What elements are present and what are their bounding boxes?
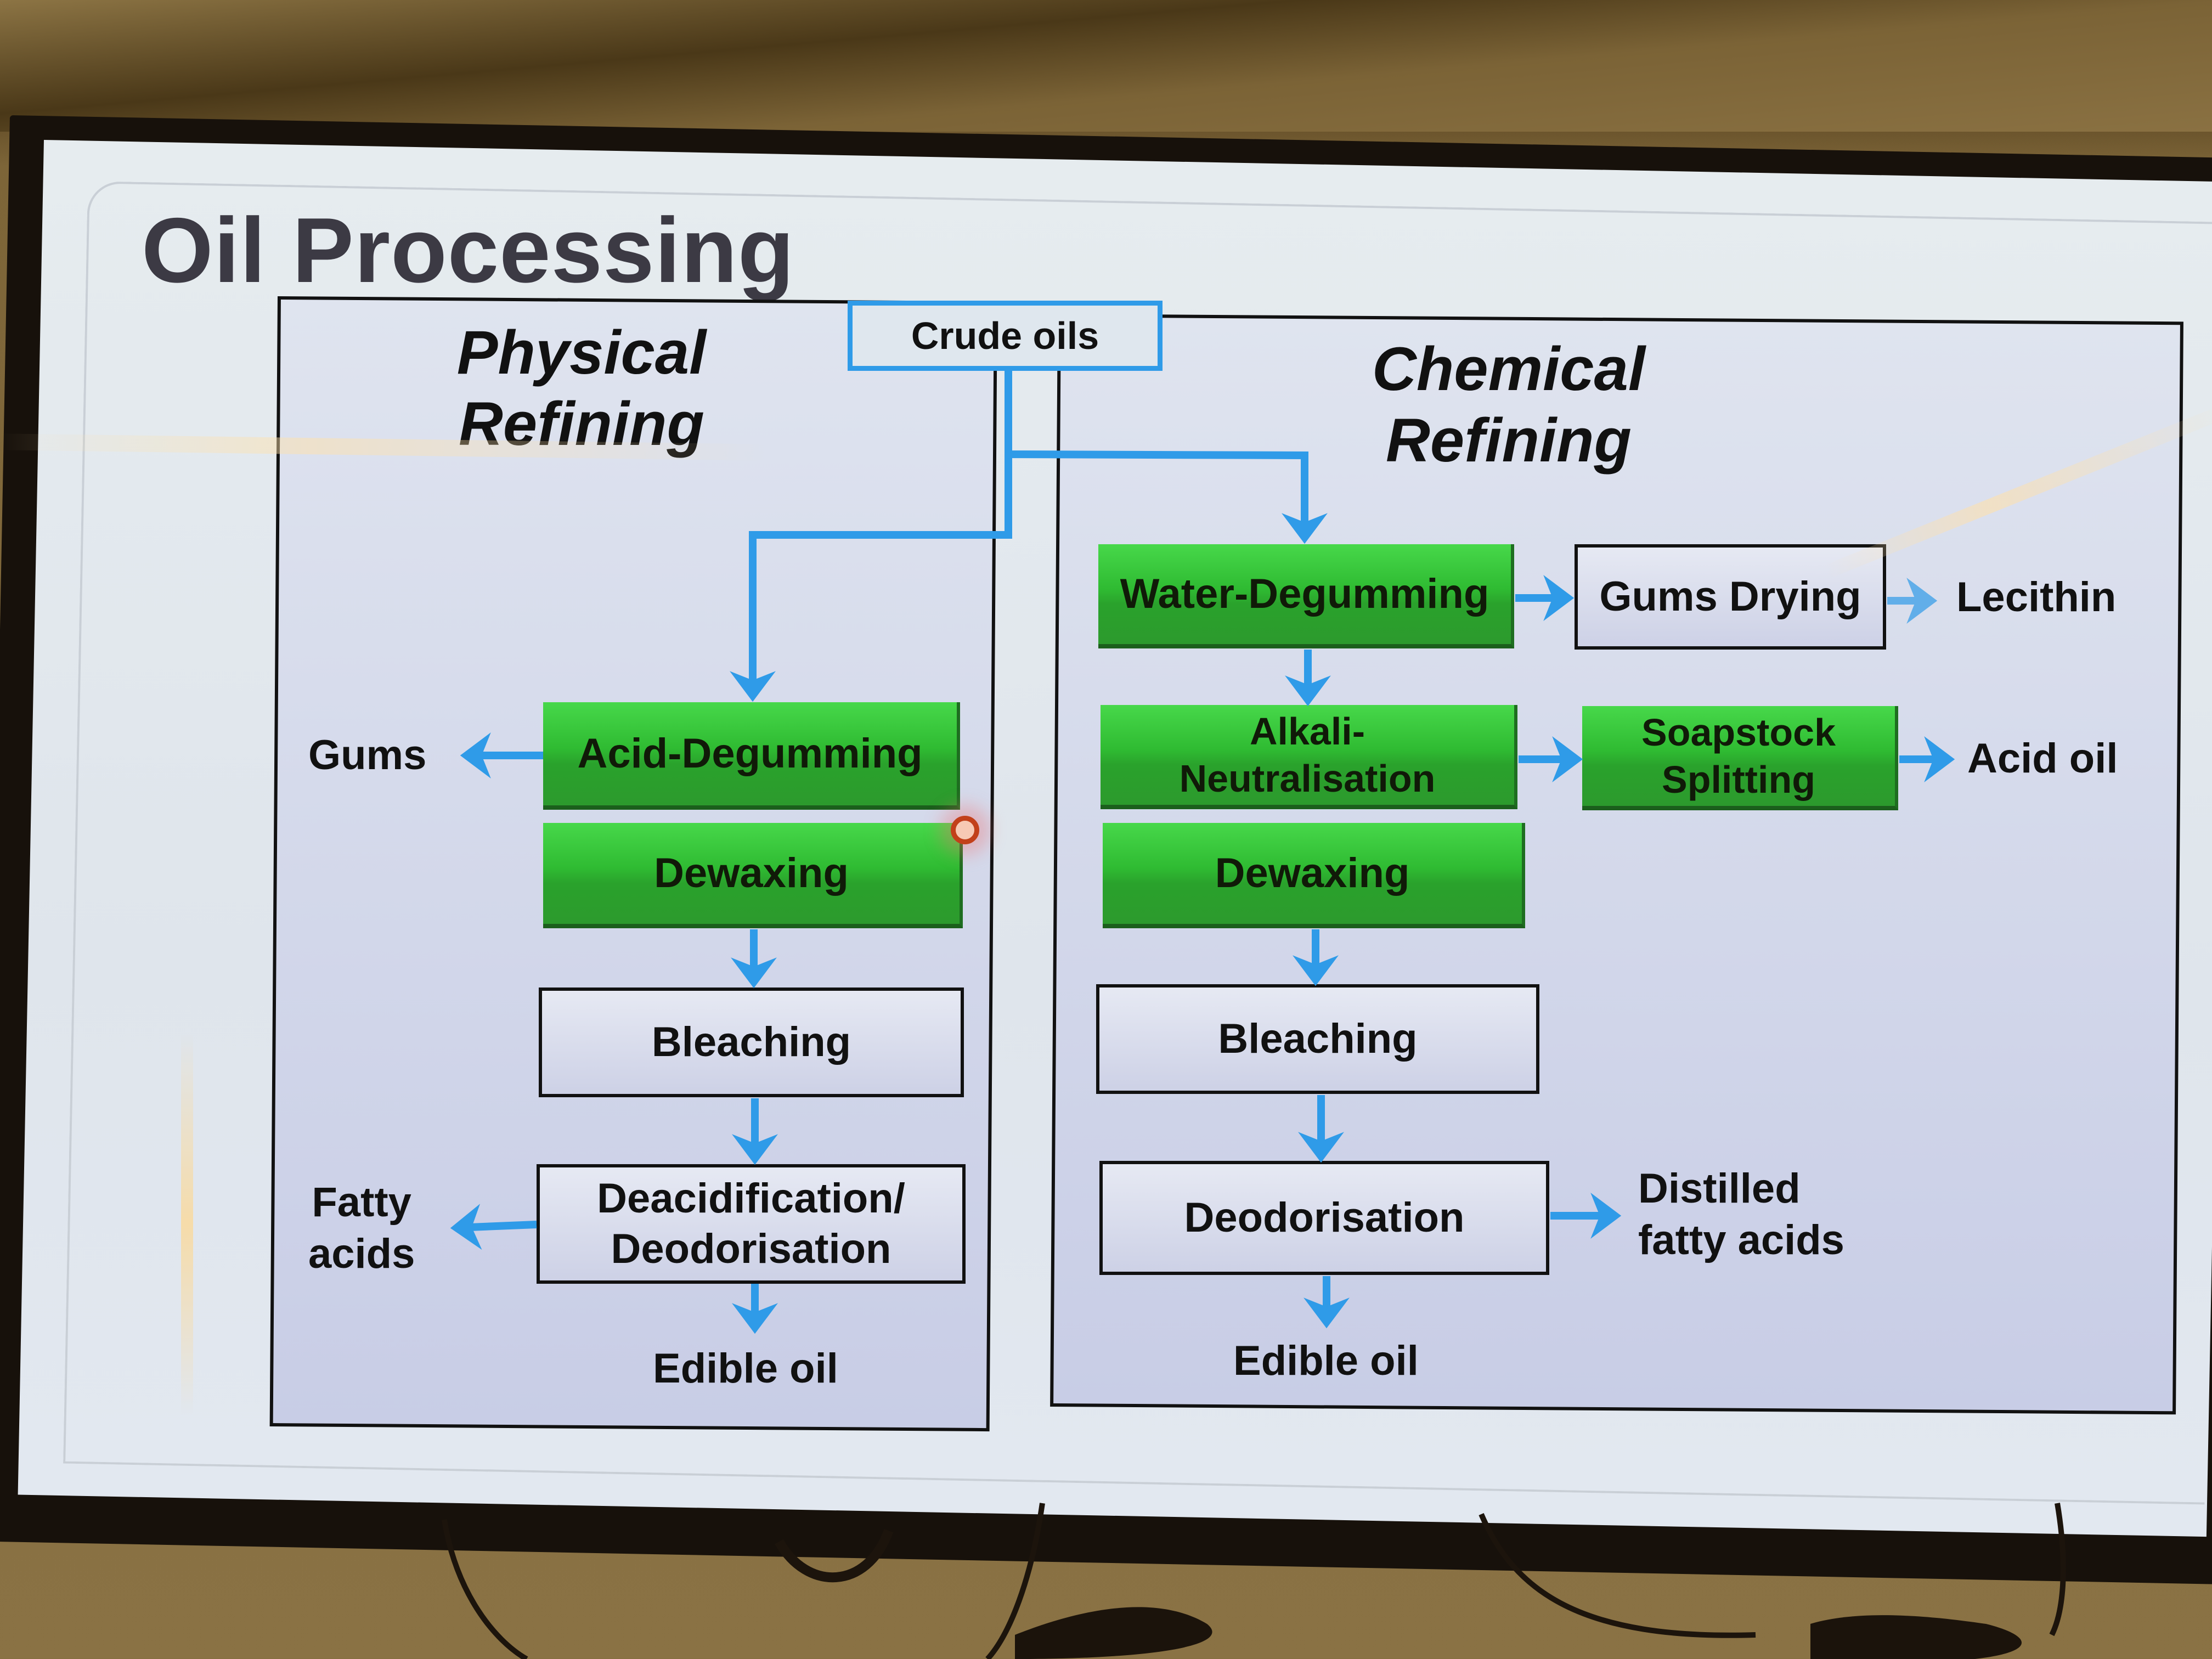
tv-cables: [0, 0, 2212, 1659]
cables-drawing: [442, 1503, 2066, 1659]
